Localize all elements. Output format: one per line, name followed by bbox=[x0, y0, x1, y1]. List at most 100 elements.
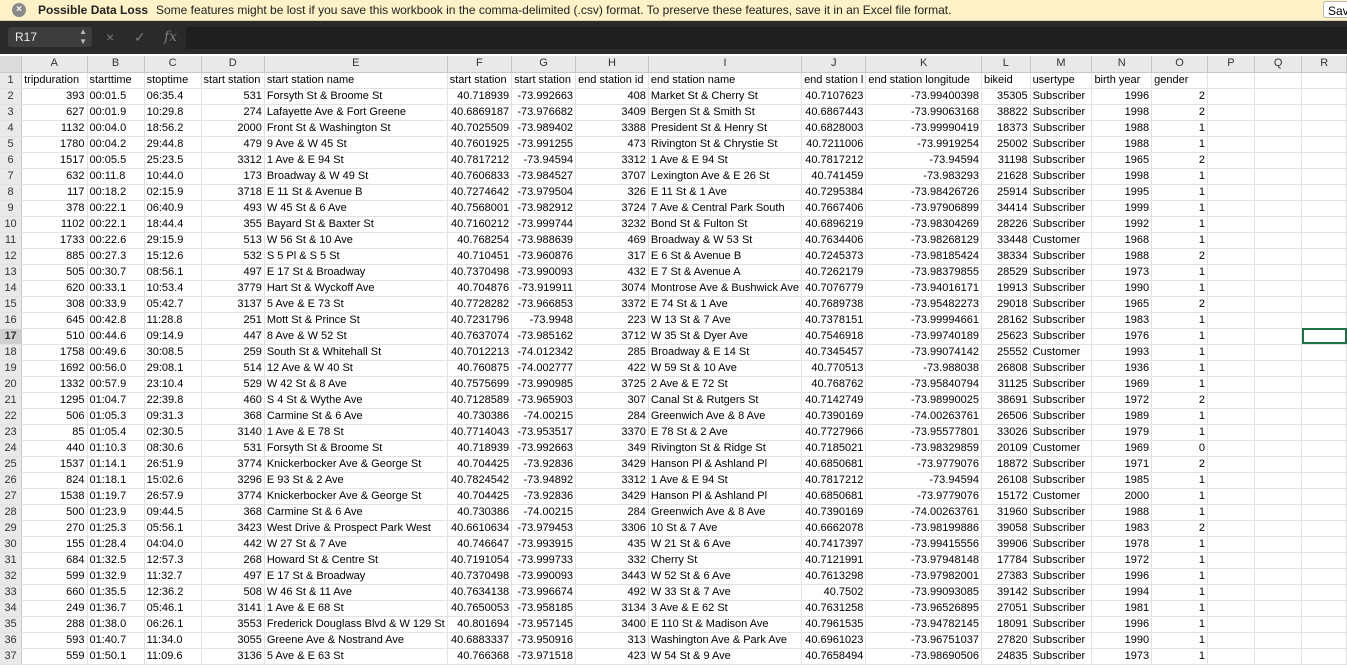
cell[interactable]: 355 bbox=[201, 216, 265, 233]
cell[interactable]: 1996 bbox=[1091, 568, 1153, 585]
cell[interactable]: Subscriber bbox=[1030, 216, 1093, 233]
cell[interactable]: 1 bbox=[1151, 312, 1208, 329]
cell[interactable]: -73.990093 bbox=[511, 264, 577, 281]
cell[interactable] bbox=[1207, 440, 1255, 457]
cell[interactable]: Subscriber bbox=[1030, 88, 1093, 105]
cell[interactable]: 3232 bbox=[575, 216, 649, 233]
cell[interactable]: 09:31.3 bbox=[144, 408, 202, 425]
cell[interactable]: Rivington St & Chrystie St bbox=[648, 136, 803, 153]
cell[interactable]: Subscriber bbox=[1030, 472, 1093, 489]
cell[interactable]: 1 Ave & E 94 St bbox=[264, 152, 448, 169]
cell[interactable]: Subscriber bbox=[1030, 296, 1093, 313]
cell[interactable]: 28162 bbox=[981, 312, 1031, 329]
cell[interactable]: 38334 bbox=[981, 248, 1031, 265]
cell[interactable] bbox=[1254, 88, 1303, 105]
cell[interactable]: 01:32.5 bbox=[87, 552, 145, 569]
cell[interactable]: 259 bbox=[201, 344, 265, 361]
cell[interactable]: 06:26.1 bbox=[144, 616, 202, 633]
cell[interactable] bbox=[1254, 360, 1303, 377]
cell[interactable]: 01:25.3 bbox=[87, 520, 145, 537]
cell[interactable]: start station name bbox=[264, 72, 448, 89]
cell[interactable]: 01:38.0 bbox=[87, 616, 145, 633]
cell[interactable]: 249 bbox=[21, 600, 88, 617]
cell[interactable] bbox=[1301, 88, 1347, 105]
cell[interactable]: -73.950916 bbox=[511, 632, 577, 649]
row-header[interactable]: 24 bbox=[0, 440, 23, 457]
cell[interactable]: 15172 bbox=[981, 488, 1031, 505]
cell[interactable]: 08:56.1 bbox=[144, 264, 202, 281]
cell[interactable]: 1517 bbox=[21, 152, 88, 169]
cell[interactable]: 469 bbox=[575, 232, 649, 249]
cell[interactable]: 01:28.4 bbox=[87, 536, 145, 553]
cell[interactable]: W 33 St & 7 Ave bbox=[648, 584, 803, 601]
row-header[interactable]: 7 bbox=[0, 168, 23, 185]
cell[interactable]: Subscriber bbox=[1030, 120, 1093, 137]
cell[interactable]: 40.7689738 bbox=[801, 296, 867, 313]
cell[interactable]: 442 bbox=[201, 536, 265, 553]
cell[interactable] bbox=[1207, 200, 1255, 217]
cell[interactable]: 29:44.8 bbox=[144, 136, 202, 153]
cell[interactable]: W 45 St & 6 Ave bbox=[264, 200, 448, 217]
cell[interactable]: 05:46.1 bbox=[144, 600, 202, 617]
cell[interactable]: 2 bbox=[1151, 88, 1208, 105]
cell[interactable] bbox=[1254, 376, 1303, 393]
cell[interactable]: -73.98185424 bbox=[865, 248, 982, 265]
row-header[interactable]: 5 bbox=[0, 136, 23, 153]
cell[interactable]: 1965 bbox=[1091, 296, 1153, 313]
cell[interactable]: 1 bbox=[1151, 184, 1208, 201]
cell[interactable]: 1 bbox=[1151, 616, 1208, 633]
cell[interactable] bbox=[1254, 248, 1303, 265]
cell[interactable]: 1 bbox=[1151, 552, 1208, 569]
cell[interactable]: 40.7121991 bbox=[801, 552, 867, 569]
cell[interactable]: Subscriber bbox=[1030, 536, 1093, 553]
cell[interactable]: 40.7370498 bbox=[447, 568, 513, 585]
cell[interactable]: 00:49.6 bbox=[87, 344, 145, 361]
cell[interactable]: W 42 St & 8 Ave bbox=[264, 376, 448, 393]
cell[interactable]: Rivington St & Ridge St bbox=[648, 440, 803, 457]
cell[interactable]: 1 bbox=[1151, 216, 1208, 233]
cell[interactable]: 40.7658494 bbox=[801, 648, 867, 665]
cell[interactable]: Subscriber bbox=[1030, 648, 1093, 665]
column-header-m[interactable]: M bbox=[1030, 56, 1093, 73]
column-header-q[interactable]: Q bbox=[1254, 56, 1303, 73]
cell[interactable]: 508 bbox=[201, 584, 265, 601]
cell[interactable]: 288 bbox=[21, 616, 88, 633]
column-header-n[interactable]: N bbox=[1091, 56, 1153, 73]
cell[interactable] bbox=[1254, 344, 1303, 361]
cell[interactable]: 40.7817212 bbox=[801, 152, 867, 169]
cell[interactable] bbox=[1207, 632, 1255, 649]
column-header-b[interactable]: B bbox=[87, 56, 145, 73]
cell[interactable]: 473 bbox=[575, 136, 649, 153]
cell[interactable]: 40.7345457 bbox=[801, 344, 867, 361]
cell[interactable]: -73.98329859 bbox=[865, 440, 982, 457]
cell[interactable] bbox=[1254, 264, 1303, 281]
cell[interactable]: 40.7025509 bbox=[447, 120, 513, 137]
cell[interactable]: 1 bbox=[1151, 424, 1208, 441]
cell[interactable]: Broadway & W 49 St bbox=[264, 168, 448, 185]
cell[interactable] bbox=[1301, 328, 1347, 345]
cell[interactable]: 1978 bbox=[1091, 536, 1153, 553]
cell[interactable] bbox=[1301, 424, 1347, 441]
cell[interactable]: 447 bbox=[201, 328, 265, 345]
cell[interactable]: 01:05.4 bbox=[87, 424, 145, 441]
cell[interactable]: -73.99994661 bbox=[865, 312, 982, 329]
cell[interactable]: -73.992663 bbox=[511, 440, 577, 457]
cell[interactable]: -73.989402 bbox=[511, 120, 577, 137]
cell[interactable] bbox=[1254, 152, 1303, 169]
cell[interactable]: 3724 bbox=[575, 200, 649, 217]
cell[interactable] bbox=[1301, 72, 1347, 89]
cell[interactable]: 40.718939 bbox=[447, 440, 513, 457]
cell[interactable]: E 78 St & 2 Ave bbox=[648, 424, 803, 441]
column-header-o[interactable]: O bbox=[1151, 56, 1208, 73]
cell[interactable]: Subscriber bbox=[1030, 504, 1093, 521]
cell[interactable]: 492 bbox=[575, 584, 649, 601]
cell[interactable]: 3312 bbox=[201, 152, 265, 169]
cell[interactable]: 40.7160212 bbox=[447, 216, 513, 233]
cell[interactable]: birth year bbox=[1091, 72, 1153, 89]
column-header-k[interactable]: K bbox=[865, 56, 982, 73]
cell[interactable] bbox=[1254, 216, 1303, 233]
cell[interactable]: 40.7634138 bbox=[447, 584, 513, 601]
cell[interactable]: Forsyth St & Broome St bbox=[264, 88, 448, 105]
cell[interactable]: 1981 bbox=[1091, 600, 1153, 617]
cell[interactable]: 378 bbox=[21, 200, 88, 217]
